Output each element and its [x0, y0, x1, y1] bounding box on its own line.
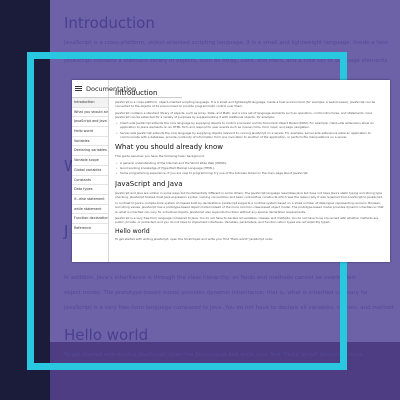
- toc-item-introduction[interactable]: Introduction: [72, 98, 108, 108]
- list-item: Some programming experience. If you are …: [116, 171, 385, 176]
- heading-hello-world: Hello world: [115, 227, 150, 235]
- paragraph: This guide assumes you have the followin…: [115, 154, 205, 159]
- paragraph: JavaScript is a cross-platform, object-o…: [115, 100, 376, 109]
- paragraph: JavaScript contains a standard library o…: [115, 110, 373, 119]
- toc-item-variable-scope[interactable]: Variable scope: [72, 156, 108, 166]
- toc-item-data-types[interactable]: Data types: [72, 185, 108, 195]
- toc-item-javascript-and-java[interactable]: JavaScript and Java: [72, 117, 108, 128]
- toc-item-function-declarations[interactable]: Function declarations: [72, 214, 108, 224]
- list-item: Client-side JavaScript extends the core …: [116, 121, 385, 130]
- toc-item-while[interactable]: while statement: [72, 205, 108, 215]
- paragraph: In contrast to Java's compile-time syste…: [115, 201, 384, 214]
- heading-introduction: Introduction: [115, 89, 158, 97]
- main-content: Introduction JavaScript is a cross-platf…: [115, 83, 385, 261]
- list-item: Server-side JavaScript extends the core …: [116, 131, 385, 140]
- toc-item-if-else[interactable]: if...else statement: [72, 195, 108, 205]
- background-text-line: JavaScript is a cross-platform, object-o…: [64, 40, 389, 46]
- sidebar: Documentation Introduction What you shou…: [72, 80, 182, 262]
- toc-item-constants[interactable]: Constants: [72, 176, 108, 186]
- paragraph: To get started with writing JavaScript, …: [115, 236, 273, 241]
- list-item: Good working knowledge of HyperText Mark…: [116, 166, 385, 171]
- heading-what-you-should-know: What you should already know: [115, 143, 223, 152]
- heading-javascript-and-java: JavaScript and Java: [115, 179, 183, 188]
- paragraph: JavaScript is a very free-form language …: [115, 216, 379, 225]
- toc-item-declaring-variables[interactable]: Declaring variables: [72, 146, 108, 157]
- hamburger-menu-icon[interactable]: [75, 84, 82, 92]
- list-item: A general understanding of the Internet …: [116, 161, 385, 166]
- table-of-contents: Introduction What you should already kno…: [72, 98, 108, 234]
- toc-item-global-variables[interactable]: Global variables: [72, 166, 108, 176]
- toc-item-hello-world[interactable]: Hello world: [72, 127, 108, 137]
- toc-item-reference[interactable]: Reference: [72, 224, 108, 234]
- toc-item-variables[interactable]: Variables: [72, 137, 108, 147]
- toc-item-what-you-should-know[interactable]: What you should already know: [72, 108, 108, 118]
- paragraph: JavaScript and Java are similar in some …: [115, 190, 383, 199]
- documentation-window: Documentation Introduction What you shou…: [72, 80, 390, 262]
- background-heading-introduction: Introduction: [64, 14, 155, 32]
